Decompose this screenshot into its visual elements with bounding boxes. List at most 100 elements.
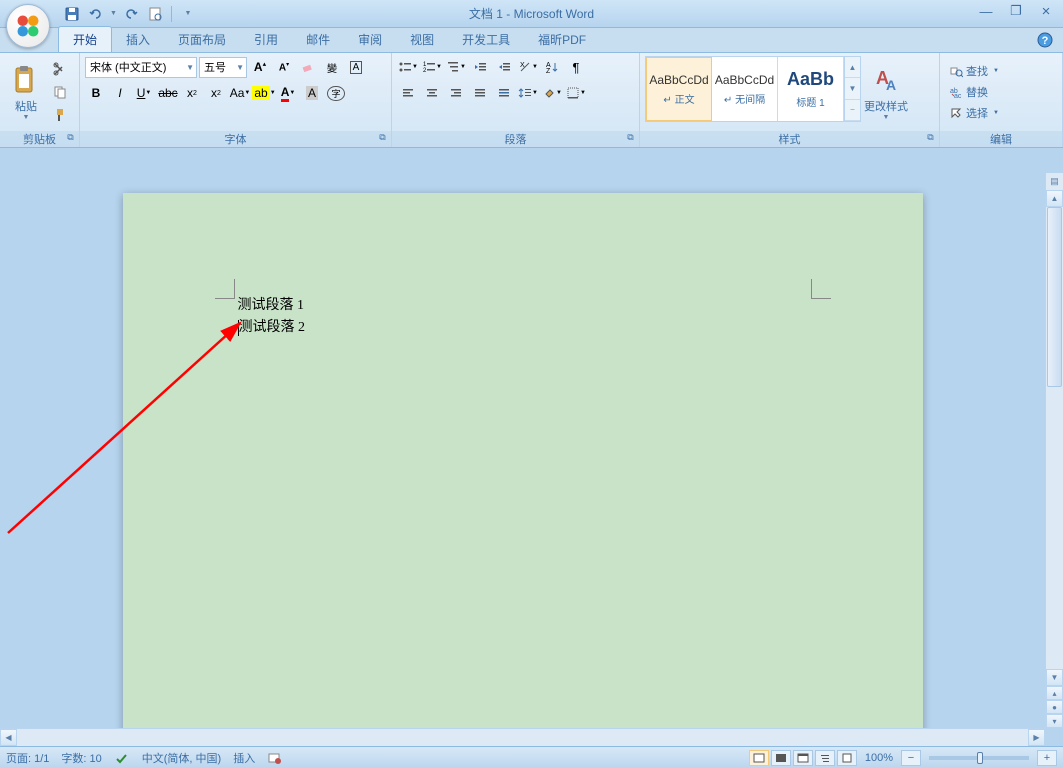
align-right-button[interactable] bbox=[445, 82, 467, 104]
scroll-right-button[interactable]: ▶ bbox=[1028, 729, 1045, 746]
qat-customize[interactable]: ▼ bbox=[178, 4, 198, 24]
minimize-button[interactable]: — bbox=[971, 2, 1001, 20]
zoom-slider[interactable] bbox=[929, 756, 1029, 760]
scroll-track[interactable] bbox=[1046, 207, 1063, 669]
gallery-down[interactable]: ▼ bbox=[845, 78, 860, 99]
view-outline[interactable] bbox=[815, 750, 835, 766]
tab-pdf[interactable]: 福昕PDF bbox=[524, 27, 600, 52]
view-draft[interactable] bbox=[837, 750, 857, 766]
zoom-out-button[interactable]: − bbox=[901, 750, 921, 766]
document-content[interactable]: 测试段落 1 测试段落 2 bbox=[238, 295, 306, 339]
line-spacing-button[interactable]: ▼ bbox=[517, 82, 539, 104]
enclose-char-button[interactable]: 字 bbox=[325, 82, 347, 104]
style-nospacing[interactable]: AaBbCcDd ↵ 无间隔 bbox=[712, 57, 778, 121]
font-size-combo[interactable]: 五号▼ bbox=[199, 57, 247, 78]
tab-review[interactable]: 审阅 bbox=[344, 27, 396, 52]
zoom-thumb[interactable] bbox=[977, 752, 983, 764]
borders-button[interactable]: ▼ bbox=[565, 82, 587, 104]
numbering-button[interactable]: 12▼ bbox=[421, 56, 443, 78]
shrink-font-button[interactable]: A▾ bbox=[273, 56, 295, 78]
prev-page-button[interactable]: ▴ bbox=[1046, 686, 1063, 700]
style-normal[interactable]: AaBbCcDd ↵ 正文 bbox=[646, 57, 712, 121]
gallery-more[interactable]: ⎯ bbox=[845, 100, 860, 121]
tab-view[interactable]: 视图 bbox=[396, 27, 448, 52]
print-preview-button[interactable] bbox=[145, 4, 165, 24]
copy-button[interactable] bbox=[49, 81, 71, 103]
close-button[interactable]: × bbox=[1031, 2, 1061, 20]
office-button[interactable] bbox=[6, 4, 58, 56]
view-fullscreen[interactable] bbox=[771, 750, 791, 766]
paragraph-launcher[interactable]: ⧉ bbox=[624, 132, 637, 145]
paragraph-1[interactable]: 测试段落 1 bbox=[238, 295, 306, 317]
tab-mail[interactable]: 邮件 bbox=[292, 27, 344, 52]
clear-format-button[interactable] bbox=[297, 56, 319, 78]
cut-button[interactable] bbox=[49, 58, 71, 80]
font-color-button[interactable]: A▼ bbox=[277, 82, 299, 104]
zoom-in-button[interactable]: + bbox=[1037, 750, 1057, 766]
scroll-up-button[interactable]: ▲ bbox=[1046, 190, 1063, 207]
vertical-scrollbar[interactable]: ▤ ▲ ▼ ▴ ● ▾ bbox=[1045, 173, 1063, 728]
undo-button[interactable] bbox=[86, 4, 106, 24]
clipboard-launcher[interactable]: ⧉ bbox=[64, 132, 77, 145]
save-button[interactable] bbox=[62, 4, 82, 24]
spellcheck-icon[interactable] bbox=[114, 751, 130, 765]
strike-button[interactable]: abc bbox=[157, 82, 179, 104]
status-mode[interactable]: 插入 bbox=[233, 750, 255, 766]
shading-button[interactable]: ▼ bbox=[541, 82, 563, 104]
superscript-button[interactable]: x2 bbox=[205, 82, 227, 104]
style-heading1[interactable]: AaBb 标题 1 bbox=[778, 57, 844, 121]
italic-button[interactable]: I bbox=[109, 82, 131, 104]
subscript-button[interactable]: x2 bbox=[181, 82, 203, 104]
underline-button[interactable]: U▼ bbox=[133, 82, 155, 104]
zoom-value[interactable]: 100% bbox=[865, 752, 893, 764]
char-border-button[interactable]: A bbox=[345, 56, 367, 78]
highlight-button[interactable]: ab▼ bbox=[253, 82, 275, 104]
tab-insert[interactable]: 插入 bbox=[112, 27, 164, 52]
styles-launcher[interactable]: ⧉ bbox=[924, 132, 937, 145]
bold-button[interactable]: B bbox=[85, 82, 107, 104]
scroll-thumb[interactable] bbox=[1047, 207, 1062, 387]
tab-home[interactable]: 开始 bbox=[58, 26, 112, 52]
horizontal-scrollbar[interactable]: ◀ ▶ bbox=[0, 728, 1045, 746]
status-language[interactable]: 中文(简体, 中国) bbox=[142, 750, 221, 766]
view-web[interactable] bbox=[793, 750, 813, 766]
change-styles-button[interactable]: AA 更改样式 ▼ bbox=[861, 56, 911, 128]
find-button[interactable]: 查找▼ bbox=[945, 61, 1057, 81]
paragraph-2[interactable]: 测试段落 2 bbox=[238, 317, 306, 339]
view-print-layout[interactable] bbox=[749, 750, 769, 766]
ruler-toggle[interactable]: ▤ bbox=[1046, 173, 1063, 190]
decrease-indent-button[interactable] bbox=[469, 56, 491, 78]
document-page[interactable]: 测试段落 1 测试段落 2 bbox=[123, 193, 923, 728]
browse-object-button[interactable]: ● bbox=[1046, 700, 1063, 714]
sort-button[interactable]: AZ bbox=[541, 56, 563, 78]
scroll-down-button[interactable]: ▼ bbox=[1046, 669, 1063, 686]
gallery-up[interactable]: ▲ bbox=[845, 57, 860, 78]
phonetic-button[interactable]: 變 bbox=[321, 56, 343, 78]
format-painter-button[interactable] bbox=[49, 104, 71, 126]
tab-dev[interactable]: 开发工具 bbox=[448, 27, 524, 52]
justify-button[interactable] bbox=[469, 82, 491, 104]
scroll-left-button[interactable]: ◀ bbox=[0, 729, 17, 746]
macro-record-icon[interactable] bbox=[267, 751, 283, 765]
status-words[interactable]: 字数: 10 bbox=[61, 750, 101, 766]
paste-button[interactable]: 粘贴 ▼ bbox=[5, 56, 47, 128]
align-left-button[interactable] bbox=[397, 82, 419, 104]
change-case-button[interactable]: Aa▼ bbox=[229, 82, 251, 104]
bullets-button[interactable]: ▼ bbox=[397, 56, 419, 78]
show-marks-button[interactable]: ¶ bbox=[565, 56, 587, 78]
tab-layout[interactable]: 页面布局 bbox=[164, 27, 240, 52]
grow-font-button[interactable]: A▴ bbox=[249, 56, 271, 78]
char-shading-button[interactable]: A bbox=[301, 82, 323, 104]
font-launcher[interactable]: ⧉ bbox=[376, 132, 389, 145]
asian-layout-button[interactable]: X▼ bbox=[517, 56, 539, 78]
select-button[interactable]: 选择▼ bbox=[945, 103, 1057, 123]
maximize-button[interactable]: ❐ bbox=[1001, 2, 1031, 20]
replace-button[interactable]: abac替换 bbox=[945, 82, 1057, 102]
next-page-button[interactable]: ▾ bbox=[1046, 714, 1063, 728]
status-page[interactable]: 页面: 1/1 bbox=[6, 750, 49, 766]
help-icon[interactable]: ? bbox=[1037, 32, 1053, 51]
multilevel-button[interactable]: ▼ bbox=[445, 56, 467, 78]
redo-button[interactable] bbox=[121, 4, 141, 24]
increase-indent-button[interactable] bbox=[493, 56, 515, 78]
tab-references[interactable]: 引用 bbox=[240, 27, 292, 52]
